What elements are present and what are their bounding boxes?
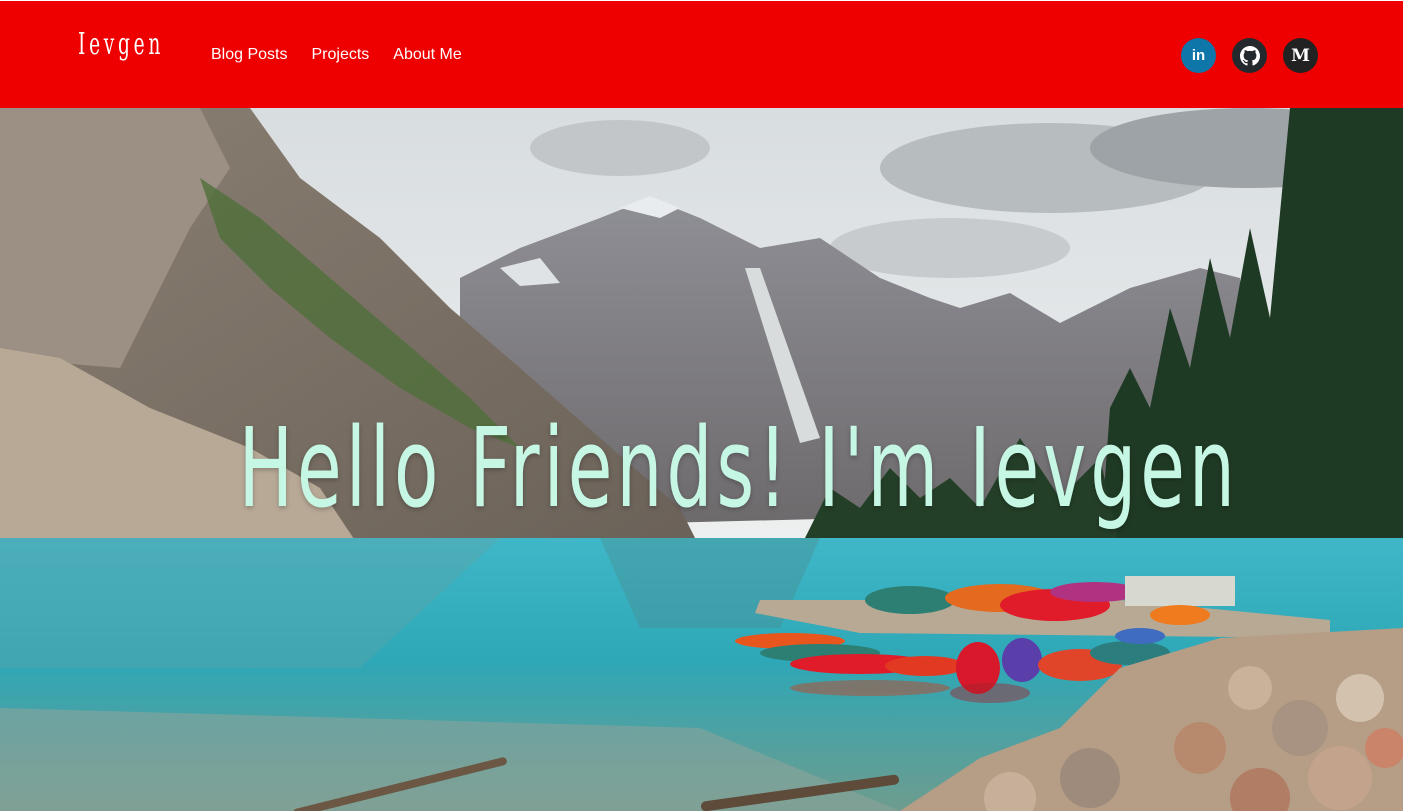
social-links: in M [1181, 38, 1318, 73]
top-navbar: Ievgen Blog Posts Projects About Me in M [0, 1, 1403, 108]
linkedin-icon: in [1191, 47, 1206, 64]
site-brand-logo[interactable]: Ievgen [78, 27, 164, 63]
nav-link-projects[interactable]: Projects [311, 45, 369, 65]
nav-links: Blog Posts Projects About Me [211, 45, 462, 65]
github-button[interactable] [1232, 38, 1267, 73]
medium-button[interactable]: M [1283, 38, 1318, 73]
medium-icon: M [1291, 45, 1310, 66]
hero-title: Hello Friends! I'm Ievgen [238, 404, 1239, 532]
hero-banner: Hello Friends! I'm Ievgen [0, 108, 1403, 811]
linkedin-button[interactable]: in [1181, 38, 1216, 73]
github-icon [1239, 45, 1260, 66]
nav-link-blog-posts[interactable]: Blog Posts [211, 45, 287, 65]
nav-link-about-me[interactable]: About Me [393, 45, 461, 65]
